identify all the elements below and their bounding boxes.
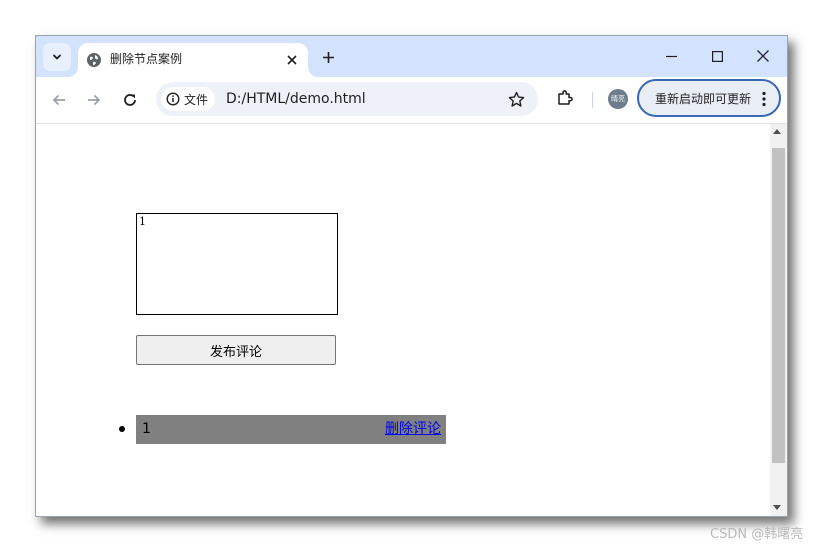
window-close-button[interactable]: [740, 43, 786, 69]
minimize-button[interactable]: [648, 43, 694, 69]
new-tab-button[interactable]: [318, 47, 338, 67]
extensions-button[interactable]: [554, 87, 576, 109]
site-info-label: 文件: [184, 92, 209, 107]
info-icon: [166, 92, 180, 106]
chevron-down-icon: [53, 54, 61, 60]
puzzle-icon: [558, 90, 573, 105]
forward-button[interactable]: [82, 88, 106, 112]
list-bullet: [119, 426, 125, 432]
arrow-left-icon: [52, 94, 65, 106]
bookmark-button[interactable]: [506, 89, 526, 109]
comment-textarea[interactable]: 1: [136, 213, 338, 315]
profile-avatar[interactable]: 晴亮: [608, 89, 628, 109]
tab-title: 删除节点案例: [110, 52, 183, 66]
arrow-right-icon: [88, 94, 101, 106]
scroll-thumb[interactable]: [772, 148, 785, 463]
scroll-up-arrow[interactable]: [773, 129, 781, 134]
toolbar: 文件 D:/HTML/demo.html 晴亮 重新启动即可更新: [36, 77, 787, 124]
publish-comment-button[interactable]: 发布评论: [136, 335, 336, 365]
plus-icon: [322, 51, 334, 63]
update-label: 重新启动即可更新: [655, 92, 752, 106]
minimize-icon: [665, 55, 677, 57]
close-icon: [757, 50, 769, 62]
url-text[interactable]: D:/HTML/demo.html: [226, 90, 366, 108]
tab-close-button[interactable]: [282, 50, 302, 70]
delete-comment-link[interactable]: 删除评论: [385, 421, 441, 438]
update-button[interactable]: 重新启动即可更新: [637, 79, 781, 117]
site-info-chip[interactable]: 文件: [161, 87, 215, 111]
address-bar[interactable]: 文件 D:/HTML/demo.html: [156, 82, 538, 116]
comment-text: 1: [142, 421, 151, 437]
reload-button[interactable]: [118, 88, 142, 112]
page-content: 1 发布评论 1 删除评论: [36, 124, 769, 516]
back-button[interactable]: [47, 88, 71, 112]
browser-window: 删除节点案例 文件 D:/HTML/demo.html 晴亮 重新启动即可更新 …: [35, 35, 788, 517]
reload-icon: [124, 94, 136, 106]
comment-item: 1 删除评论: [119, 415, 446, 444]
globe-icon: [87, 53, 101, 67]
scroll-down-arrow[interactable]: [773, 505, 781, 510]
tab-active[interactable]: 删除节点案例: [78, 43, 308, 77]
maximize-icon: [711, 50, 723, 62]
tab-strip: 删除节点案例: [36, 36, 787, 77]
maximize-button[interactable]: [694, 43, 740, 69]
more-vert-icon[interactable]: [761, 91, 767, 107]
close-icon: [287, 55, 297, 65]
vertical-scrollbar[interactable]: [770, 124, 787, 516]
star-icon: [508, 91, 524, 107]
tab-search-button[interactable]: [43, 43, 71, 71]
toolbar-separator: [592, 92, 593, 108]
watermark: CSDN @韩曙亮: [710, 527, 804, 542]
